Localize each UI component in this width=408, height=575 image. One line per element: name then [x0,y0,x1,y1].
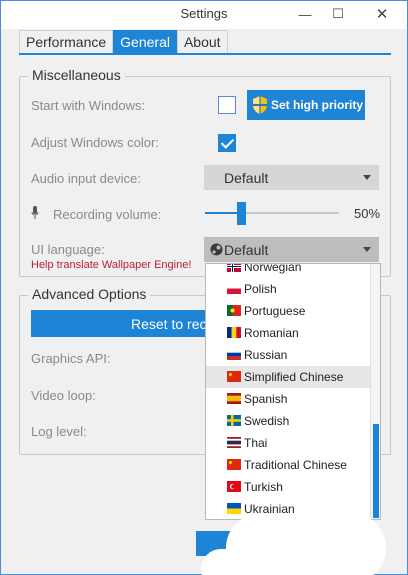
ui-language-dropdown[interactable]: Default [204,237,379,262]
dropdown-scrollbar-thumb[interactable] [373,424,379,518]
graphics-api-label: Graphics API: [31,351,111,366]
language-option-label: Spanish [244,392,288,406]
language-option[interactable]: Thai [206,432,372,454]
thailand-flag-icon [227,437,241,448]
language-option[interactable]: Norwegian [206,263,372,278]
language-option[interactable]: Romanian [206,322,372,344]
language-option-label: Norwegian [244,263,302,274]
settings-window: Settings — ☐ ✕ Performance General About… [0,0,408,575]
spain-flag-icon [227,393,241,404]
china-flag-icon [227,371,241,382]
language-option-label: Portuguese [244,304,306,318]
language-option[interactable]: Traditional Chinese [206,454,372,476]
ui-language-label: UI language: [31,242,105,257]
close-button[interactable]: ✕ [359,1,405,27]
chevron-down-icon [363,247,371,252]
language-option[interactable]: Portuguese [206,300,372,322]
portugal-flag-icon [227,305,241,316]
language-option-label: Turkish [244,480,283,494]
set-high-priority-label: Set high priority [271,98,364,112]
tab-about[interactable]: About [176,30,228,53]
poland-flag-icon [227,283,241,294]
adjust-windows-color-checkbox[interactable] [218,134,236,152]
norway-flag-icon [227,264,241,272]
obscured-area [201,549,261,575]
romania-flag-icon [227,327,241,338]
adjust-windows-color-label: Adjust Windows color: [31,135,159,150]
russia-flag-icon [227,349,241,360]
ui-language-value: Default [224,241,269,258]
audio-input-dropdown[interactable]: Default [204,165,379,190]
language-option-label: Russian [244,348,288,362]
language-option-label: Simplified Chinese [244,370,344,384]
language-option-label: Thai [244,436,268,450]
recording-volume-label: Recording volume: [53,207,162,222]
miscellaneous-legend: Miscellaneous [28,67,125,83]
language-option[interactable]: Turkish [206,476,372,498]
language-option-label: Swedish [244,414,290,428]
language-option-label: Polish [244,282,277,296]
volume-slider-fill [205,212,242,214]
volume-percentage: 50% [354,206,381,221]
language-option[interactable]: Swedish [206,410,372,432]
steam-icon [210,243,223,256]
start-with-windows-checkbox[interactable] [218,96,236,114]
sweden-flag-icon [227,415,241,426]
language-option[interactable]: Russian [206,344,372,366]
audio-input-value: Default [224,169,269,186]
language-option[interactable]: Simplified Chinese [206,366,372,388]
title-bar: Settings — ☐ ✕ [1,1,407,29]
dropdown-scrollbar[interactable] [370,264,380,519]
tab-strip: Performance General About [19,30,228,53]
shield-icon [253,96,267,114]
start-with-windows-label: Start with Windows: [31,98,146,113]
turkey-flag-icon [227,481,241,492]
chevron-down-icon [363,175,371,180]
minimize-button[interactable]: — [290,1,320,27]
video-loop-label: Video loop: [31,388,96,403]
tab-performance[interactable]: Performance [19,30,114,53]
audio-input-label: Audio input device: [31,171,141,186]
advanced-options-legend: Advanced Options [28,286,151,302]
help-translate-link[interactable]: Help translate Wallpaper Engine! [31,259,191,271]
tab-underline [19,53,391,55]
maximize-button[interactable]: ☐ [323,1,353,27]
reset-button-label: Reset to rec [131,315,207,332]
language-dropdown-list: Norwegian Polish Portuguese Romanian Russian… [205,263,381,520]
language-option-label: Romanian [244,326,299,340]
tab-general[interactable]: General [113,30,177,53]
language-option[interactable]: Spanish [206,388,372,410]
language-option-label: Traditional Chinese [244,458,347,472]
set-high-priority-button[interactable]: Set high priority [247,90,365,120]
language-option[interactable]: Polish [206,278,372,300]
ukraine-flag-icon [227,503,241,514]
china-flag-icon [227,459,241,470]
volume-slider-thumb[interactable] [237,202,247,225]
log-level-label: Log level: [31,424,87,439]
microphone-icon [31,206,39,219]
